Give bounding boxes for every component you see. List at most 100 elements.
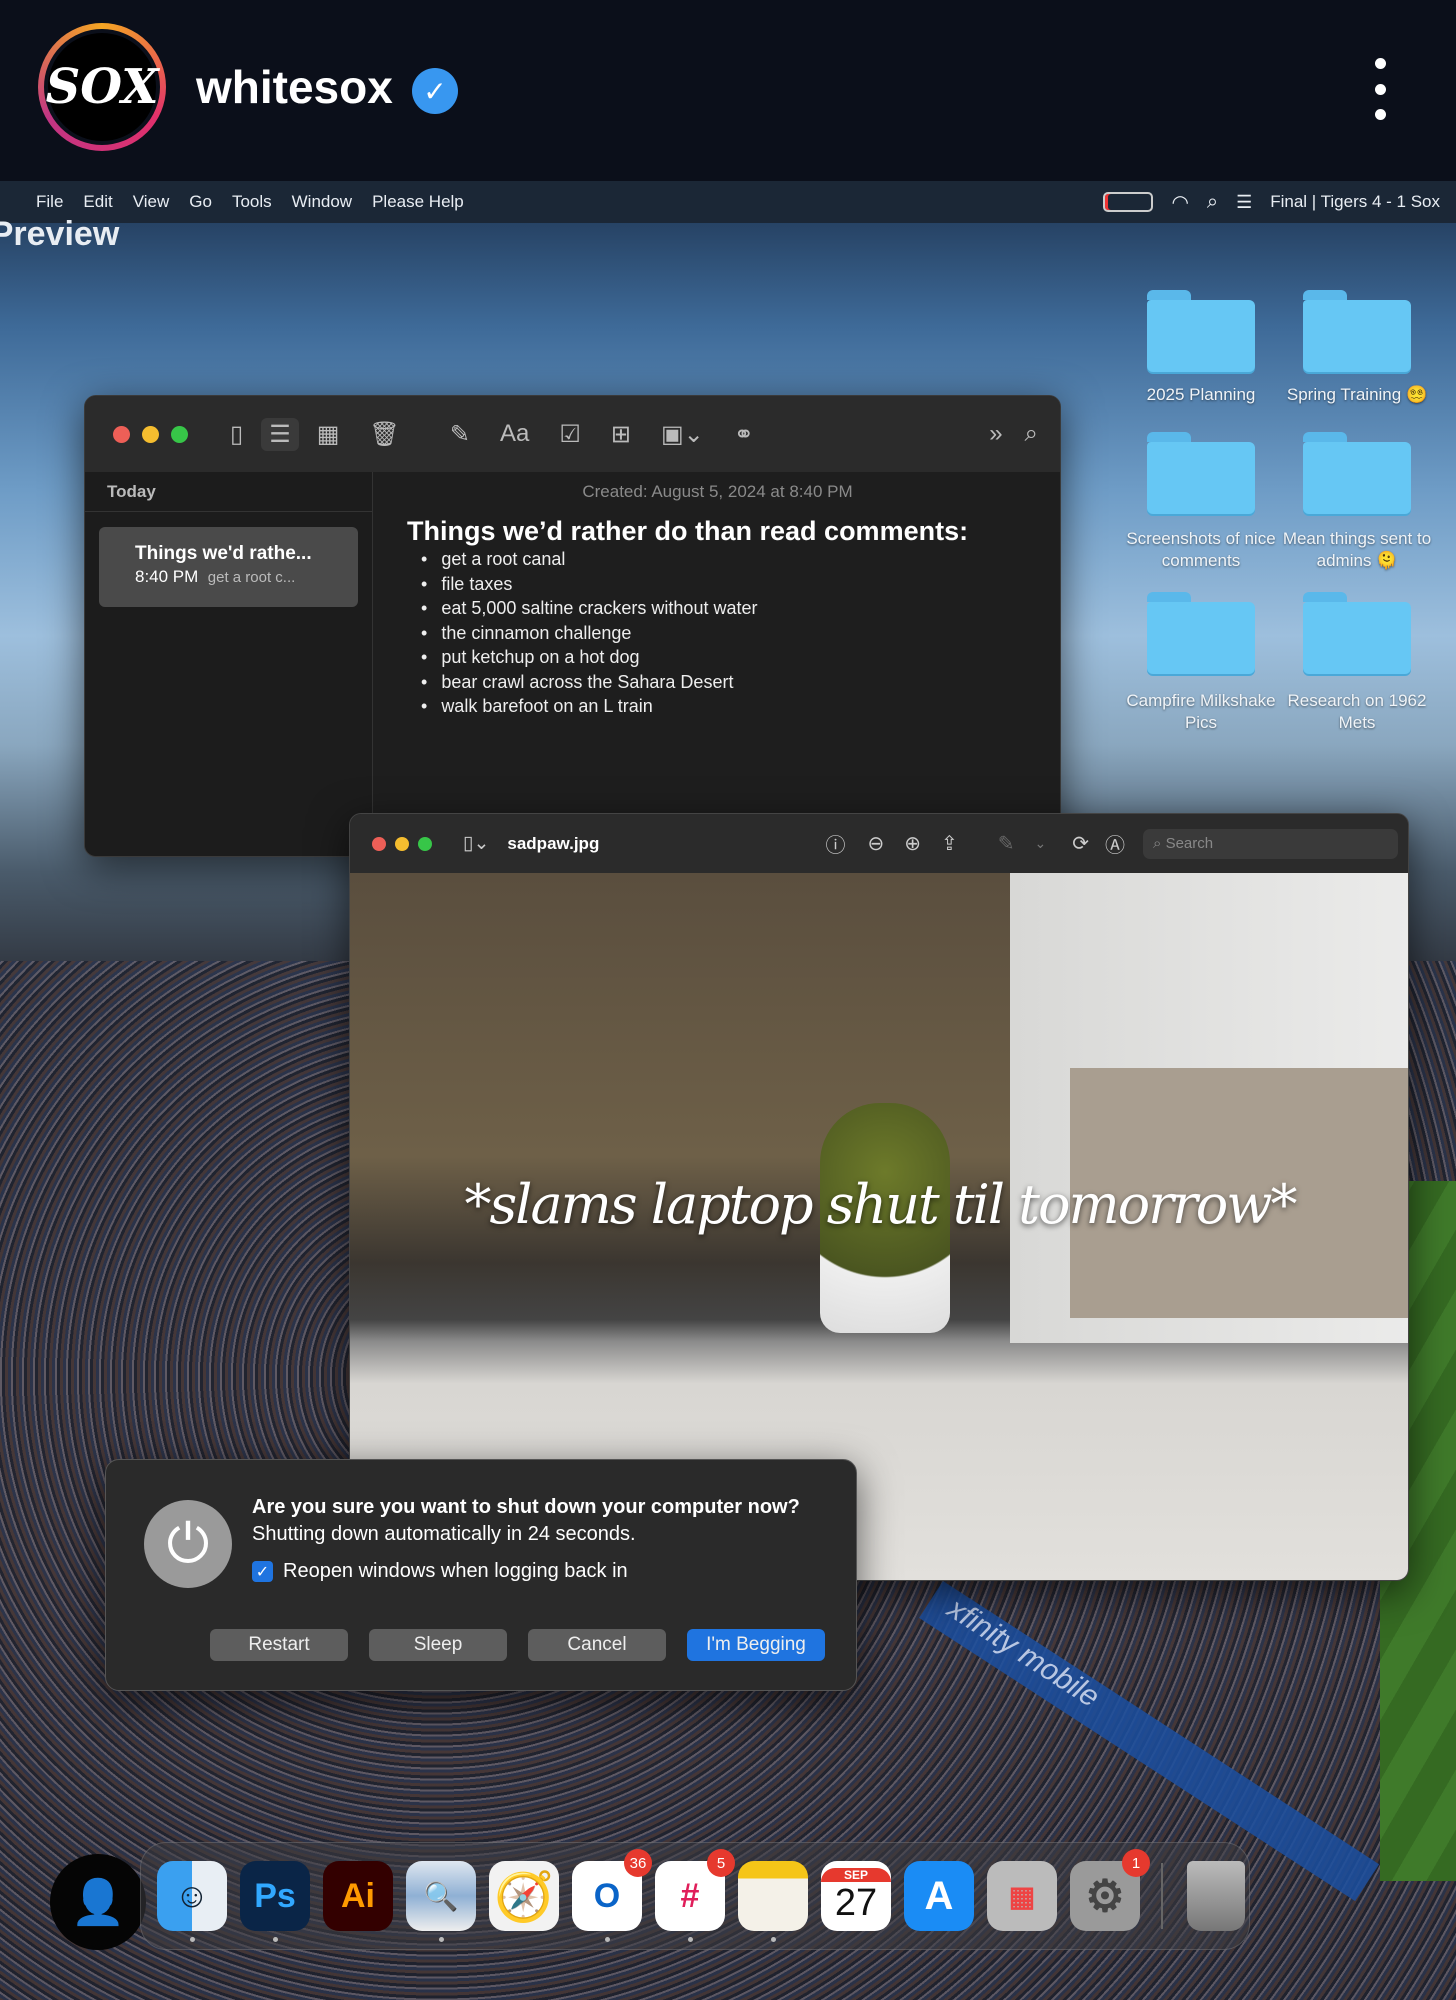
shutdown-confirm-button[interactable]: I'm Begging	[687, 1629, 825, 1661]
folder-icon[interactable]	[1147, 432, 1255, 514]
note-list-item[interactable]: Things we'd rathe... 8:40 PM get a root …	[99, 527, 358, 607]
filename: sadpaw.jpg	[507, 833, 600, 853]
calendar-month: SEP	[821, 1867, 891, 1882]
list-item: get a root canal	[407, 547, 1060, 572]
note-heading: Things we’d rather do than read comments…	[407, 516, 969, 546]
wifi-icon[interactable]: ◠	[1171, 190, 1188, 215]
calendar-icon[interactable]: SEP 27	[821, 1861, 891, 1931]
finder-icon[interactable]: ☺	[157, 1861, 227, 1931]
folder-label[interactable]: 2025 Planning	[1116, 384, 1286, 406]
cancel-button[interactable]: Cancel	[528, 1629, 666, 1661]
folder-icon[interactable]	[1147, 592, 1255, 674]
menu-help[interactable]: Please Help	[372, 192, 464, 212]
battery-icon[interactable]	[1103, 192, 1154, 212]
media-icon[interactable]: ▣⌄	[661, 420, 704, 449]
section-header: Today	[85, 472, 372, 512]
list-view-icon[interactable]: ☰	[261, 417, 299, 451]
preview-toolbar: ▯⌄ sadpaw.jpg ⓘ ⊖ ⊕ ⇪ ✎ ⌄ ⟳ Ⓐ ⌕ Search	[350, 814, 1408, 873]
zoom-button[interactable]	[171, 425, 188, 443]
note-preview: get a root c...	[207, 569, 296, 586]
search-icon[interactable]: ⌕	[1207, 191, 1218, 214]
search-icon[interactable]: ⌕	[1025, 420, 1038, 448]
white-sox-logo: SOX	[44, 29, 160, 145]
checkbox-label: Reopen windows when logging back in	[283, 1560, 628, 1582]
zoom-button[interactable]	[418, 836, 432, 851]
folder-icon[interactable]	[1147, 290, 1255, 372]
created-date: Created: August 5, 2024 at 8:40 PM	[582, 482, 853, 501]
menu-window[interactable]: Window	[292, 192, 352, 212]
gallery-view-icon[interactable]: ▦	[317, 420, 340, 449]
trash-icon[interactable]	[1187, 1861, 1245, 1931]
minimize-button[interactable]	[395, 836, 409, 851]
folder-label[interactable]: Mean things sent to admins 🫠	[1272, 528, 1442, 572]
reopen-windows-checkbox[interactable]: ✓ Reopen windows when logging back in	[252, 1560, 628, 1583]
photoshop-icon[interactable]: Ps	[240, 1861, 310, 1931]
verified-badge-icon: ✓	[412, 68, 458, 114]
control-center-icon[interactable]: ☰	[1236, 192, 1252, 213]
folder-icon[interactable]	[1303, 290, 1411, 372]
system-settings-icon[interactable]: ⚙ 1	[1070, 1849, 1150, 1931]
info-icon[interactable]: ⓘ	[825, 829, 845, 858]
list-item: bear crawl across the Sahara Desert	[407, 670, 1060, 695]
username[interactable]: whitesox	[196, 60, 393, 114]
zoom-in-icon[interactable]: ⊕	[904, 831, 921, 856]
menu-tools[interactable]: Tools	[232, 192, 272, 212]
calendar-day: 27	[834, 1881, 878, 1924]
preview-app-icon[interactable]: 🔍	[406, 1861, 476, 1931]
slack-icon[interactable]: #5	[655, 1849, 735, 1931]
zoom-out-icon[interactable]: ⊖	[867, 831, 884, 856]
share-icon[interactable]: ⇪	[941, 831, 958, 856]
sidebar-icon[interactable]: ▯	[230, 420, 243, 449]
chevron-down-icon[interactable]: ⌄	[1035, 835, 1047, 852]
close-button[interactable]	[372, 836, 386, 851]
safari-icon[interactable]: 🧭	[489, 1861, 559, 1931]
menu-app-name[interactable]: Preview	[0, 199, 119, 269]
notification-badge: 1	[1122, 1849, 1150, 1877]
trash-icon[interactable]: 🗑	[369, 420, 399, 449]
launchpad-icon[interactable]: ▦	[987, 1861, 1057, 1931]
table-icon[interactable]: ⊞	[611, 420, 631, 449]
restart-button[interactable]: Restart	[210, 1629, 348, 1661]
checkbox-checked-icon[interactable]: ✓	[252, 1561, 273, 1582]
app-label: Ps	[254, 1876, 296, 1915]
collaborate-icon[interactable]: ⚭	[734, 420, 754, 449]
menu-bar: Preview File Edit View Go Tools Window P…	[0, 181, 1456, 253]
note-editor[interactable]: Created: August 5, 2024 at 8:40 PM Thing…	[373, 472, 1060, 856]
more-options-icon[interactable]	[1365, 58, 1395, 120]
outlook-icon[interactable]: O 36	[572, 1849, 652, 1931]
folder-icon[interactable]	[1303, 592, 1411, 674]
search-field[interactable]: ⌕ Search	[1143, 828, 1398, 859]
checklist-icon[interactable]: ☑	[559, 420, 581, 449]
sidebar-icon[interactable]: ▯⌄	[463, 832, 489, 855]
folder-label[interactable]: Screenshots of nice comments	[1116, 528, 1286, 572]
profile-avatar[interactable]: SOX	[38, 23, 166, 151]
more-tools-icon[interactable]: »	[989, 420, 1002, 448]
notes-app-icon[interactable]	[738, 1861, 808, 1931]
dialog-question: Are you sure you want to shut down your …	[252, 1496, 800, 1518]
close-button[interactable]	[113, 425, 130, 443]
list-item: eat 5,000 saltine crackers without water	[407, 596, 1060, 621]
compose-icon[interactable]: ✎	[450, 420, 470, 449]
instagram-header: SOX whitesox ✓	[0, 0, 1456, 181]
dialog-detail: Shutting down automatically in 24 second…	[252, 1523, 636, 1545]
list-item: walk barefoot on an L train	[407, 694, 1060, 719]
app-store-icon[interactable]: A	[904, 1861, 974, 1931]
dock: ☺ Ps Ai 🔍 🧭 O 36 #5 SEP 27 A ▦ ⚙ 1	[140, 1842, 1250, 1950]
illustrator-icon[interactable]: Ai	[323, 1861, 393, 1931]
folder-label[interactable]: Research on 1962 Mets	[1272, 690, 1442, 734]
menu-go[interactable]: Go	[189, 192, 212, 212]
minimize-button[interactable]	[142, 425, 159, 443]
rotate-icon[interactable]: ⟳	[1072, 831, 1089, 856]
user-account-icon[interactable]: 👤	[50, 1854, 146, 1950]
folder-label[interactable]: Spring Training 😵‍💫	[1272, 384, 1442, 406]
folder-label[interactable]: Campfire Milkshake Pics	[1116, 690, 1286, 734]
notes-window: ▯ ☰ ▦ 🗑 ✎ Aa ☑ ⊞ ▣⌄ ⚭ » ⌕ Today Things w…	[84, 395, 1061, 857]
sleep-button[interactable]: Sleep	[369, 1629, 507, 1661]
annotate-icon[interactable]: Ⓐ	[1105, 829, 1125, 858]
notes-toolbar: ▯ ☰ ▦ 🗑 ✎ Aa ☑ ⊞ ▣⌄ ⚭ » ⌕	[85, 396, 1060, 472]
folder-icon[interactable]	[1303, 432, 1411, 514]
format-icon[interactable]: Aa	[500, 420, 529, 448]
markup-icon[interactable]: ✎	[998, 831, 1015, 856]
menu-view[interactable]: View	[133, 192, 170, 212]
search-placeholder: Search	[1165, 834, 1214, 852]
